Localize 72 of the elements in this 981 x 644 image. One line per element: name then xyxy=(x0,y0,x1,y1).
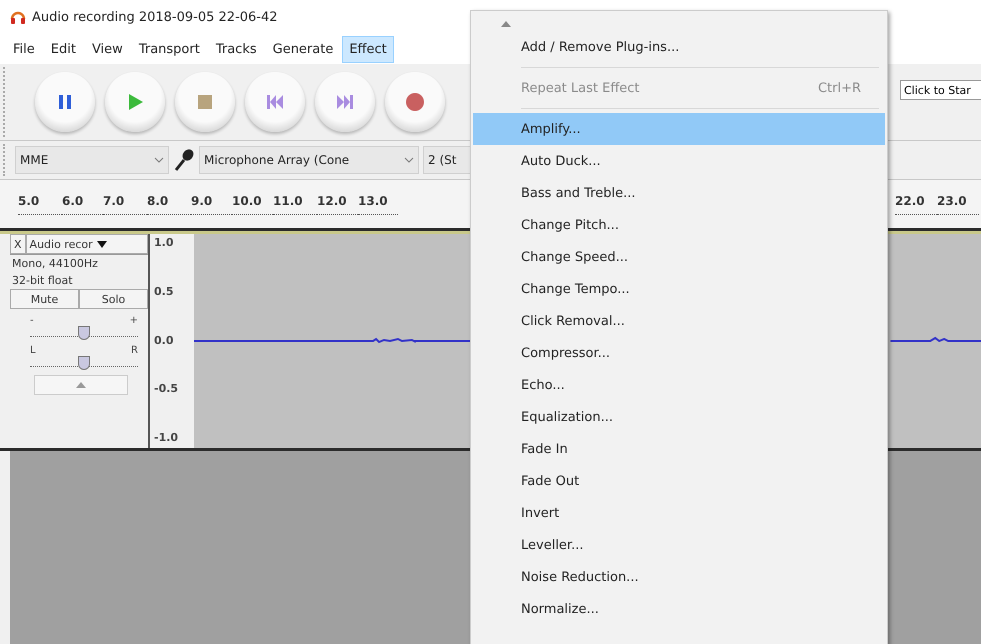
menu-item[interactable]: Noise Reduction... xyxy=(473,561,885,593)
track-name-dropdown[interactable]: Audio recor xyxy=(26,234,148,254)
window-title: Audio recording 2018-09-05 22-06-42 xyxy=(32,10,278,24)
track-format: Mono, 44100Hz xyxy=(11,256,99,272)
ruler-label: 23.0 xyxy=(937,194,979,214)
menu-bar-item[interactable]: Tracks xyxy=(208,36,264,62)
record-icon xyxy=(404,91,426,113)
menu-item[interactable]: Normalize... xyxy=(473,593,885,625)
triangle-up-icon xyxy=(76,382,86,388)
pan-left-label: L xyxy=(30,345,36,356)
microphone-icon xyxy=(173,148,195,172)
scale-label: 0.0 xyxy=(154,334,174,346)
ruler-label: 7.0 xyxy=(103,194,147,214)
menu-item[interactable]: Change Pitch... xyxy=(473,209,885,241)
menu-item[interactable]: Leveller... xyxy=(473,529,885,561)
ruler-label: 6.0 xyxy=(62,194,103,214)
transport-button[interactable] xyxy=(105,72,165,132)
menu-bar-item[interactable]: File xyxy=(6,36,42,62)
ruler-label: 8.0 xyxy=(147,194,191,214)
menu-item[interactable]: Add / Remove Plug-ins... xyxy=(473,31,885,63)
menu-bar-item[interactable]: Generate xyxy=(266,36,340,62)
scale-label: 1.0 xyxy=(154,236,174,249)
input-device-dropdown[interactable]: Microphone Array (Cone xyxy=(199,146,419,174)
ruler-label: 12.0 xyxy=(317,194,358,214)
scale-label: -0.5 xyxy=(154,382,180,396)
selection-start-button[interactable]: Click to Star xyxy=(900,80,981,100)
gain-plus-label: + xyxy=(130,315,138,326)
menu-item[interactable]: Fade Out xyxy=(473,465,885,497)
menu-item[interactable]: Amplify... xyxy=(473,113,885,145)
menu-bar-item[interactable]: Transport xyxy=(132,36,207,62)
menu-item[interactable]: Equalization... xyxy=(473,401,885,433)
mute-button[interactable]: Mute xyxy=(10,289,79,309)
transport-button[interactable] xyxy=(245,72,305,132)
ruler-label: 13.0 xyxy=(358,194,398,214)
gain-minus-label: - xyxy=(30,315,34,326)
headphones-icon xyxy=(10,9,26,25)
close-track-button[interactable]: X xyxy=(10,234,26,254)
menu-item[interactable]: Bass and Treble... xyxy=(473,177,885,209)
ruler-label: 5.0 xyxy=(18,194,62,214)
transport-button[interactable] xyxy=(35,72,95,132)
transport-button[interactable] xyxy=(175,72,235,132)
ruler-label: 9.0 xyxy=(191,194,232,214)
scale-label: -1.0 xyxy=(154,431,180,444)
solo-button[interactable]: Solo xyxy=(79,289,148,309)
menu-item[interactable]: Compressor... xyxy=(473,337,885,369)
menu-item[interactable]: Fade In xyxy=(473,433,885,465)
menu-item[interactable]: Invert xyxy=(473,497,885,529)
gain-slider[interactable] xyxy=(30,326,138,337)
audio-host-dropdown[interactable]: MME xyxy=(15,146,169,174)
menu-item[interactable]: Change Tempo... xyxy=(473,273,885,305)
scroll-up-icon xyxy=(501,21,511,27)
ruler-label: 11.0 xyxy=(273,194,317,214)
menu-bar-item[interactable]: Effect xyxy=(342,36,394,62)
menu-item[interactable]: Click Removal... xyxy=(473,305,885,337)
shortcut-label: Ctrl+R xyxy=(818,80,861,96)
slider-thumb[interactable] xyxy=(78,326,90,340)
slider-thumb[interactable] xyxy=(78,356,90,370)
pan-right-label: R xyxy=(131,345,138,356)
ruler-label: 10.0 xyxy=(232,194,273,214)
menu-bar-item[interactable]: View xyxy=(84,36,130,62)
transport-button[interactable] xyxy=(385,72,445,132)
pan-slider[interactable] xyxy=(30,356,138,367)
caret-icon xyxy=(96,240,107,248)
chevron-icon xyxy=(154,157,164,163)
scale-label: 0.5 xyxy=(154,284,174,298)
chevron-icon xyxy=(404,157,414,163)
menu-bar-item[interactable]: Edit xyxy=(44,36,83,62)
menu-item[interactable]: Echo... xyxy=(473,369,885,401)
ruler-label: 22.0 xyxy=(895,194,937,214)
sample-format: 32-bit float xyxy=(11,273,74,289)
transport-button[interactable] xyxy=(315,72,375,132)
menu-item[interactable]: Change Speed... xyxy=(473,241,885,273)
